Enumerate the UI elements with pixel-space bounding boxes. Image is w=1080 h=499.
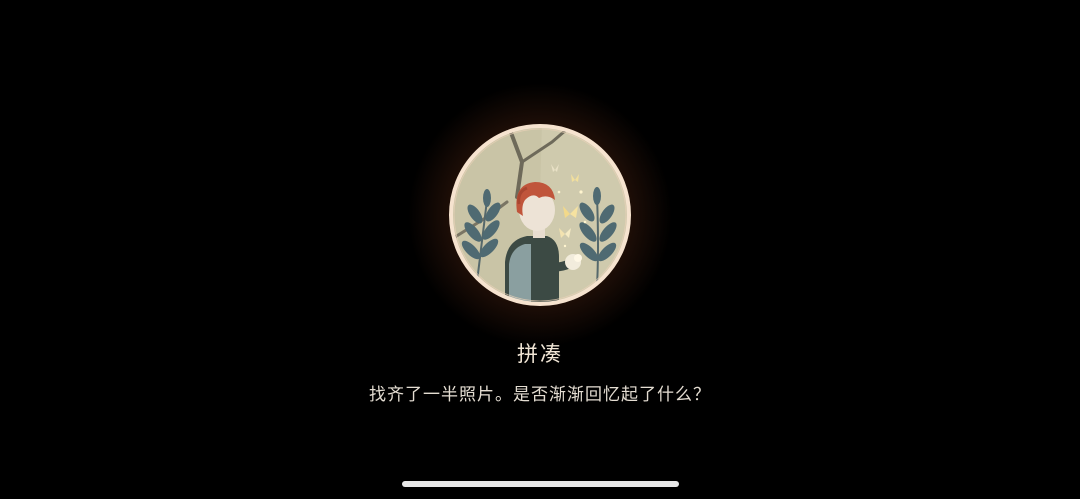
achievement-description: 找齐了一半照片。是否渐渐回忆起了什么？ — [369, 385, 711, 405]
achievement-title: 拼凑 — [517, 342, 563, 366]
boy-with-butterflies-badge-icon — [447, 122, 633, 308]
achievement-screen[interactable]: 拼凑 找齐了一半照片。是否渐渐回忆起了什么？ — [0, 0, 1080, 499]
home-indicator[interactable] — [402, 481, 679, 487]
achievement-badge — [407, 82, 673, 348]
